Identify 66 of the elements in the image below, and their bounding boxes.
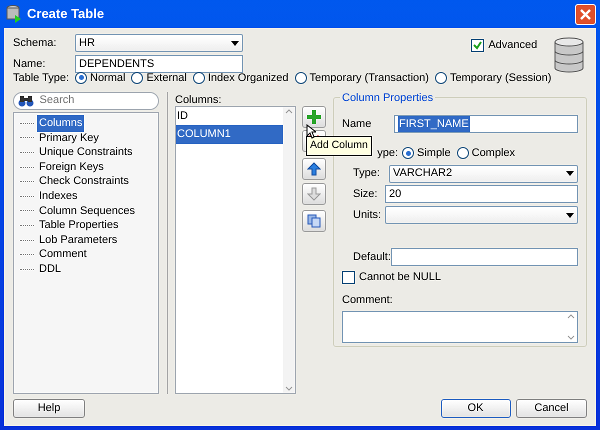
tree-item[interactable]: DDL xyxy=(37,260,64,278)
close-icon xyxy=(580,8,591,20)
scrollbar[interactable] xyxy=(565,312,577,342)
field-label: ype: xyxy=(376,146,399,161)
type-dropdown[interactable]: VARCHAR2 xyxy=(389,164,578,182)
columns-label: Columns: xyxy=(175,92,222,106)
group-title: Column Properties xyxy=(340,90,436,106)
cursor-icon xyxy=(306,124,316,139)
field-label: Table Type: xyxy=(13,70,70,86)
field-label: Size: xyxy=(353,187,378,202)
radio-button[interactable]: Temporary (Transaction) xyxy=(294,70,429,86)
copy-icon xyxy=(306,214,320,228)
field-label: Name xyxy=(342,116,372,132)
tree-item[interactable]: Lob Parameters xyxy=(37,232,120,248)
move-up-button[interactable] xyxy=(302,158,326,180)
database-icon xyxy=(6,5,22,23)
field-label: Type: xyxy=(353,166,381,182)
help-button[interactable]: Help xyxy=(13,399,85,418)
tree-item[interactable]: Unique Constraints xyxy=(37,144,135,161)
window-title: Create Table xyxy=(27,5,104,24)
cancel-button[interactable]: Cancel xyxy=(516,399,587,418)
tree-item[interactable]: Column Sequences xyxy=(37,202,138,220)
tree-item[interactable]: Table Properties xyxy=(37,217,120,234)
binoculars-icon xyxy=(18,94,34,106)
scroll-down-icon[interactable] xyxy=(285,384,293,392)
scroll-up-icon[interactable] xyxy=(285,106,293,114)
scroll-up-icon[interactable] xyxy=(567,312,575,320)
field-label: Units: xyxy=(353,208,382,223)
tooltip: Add Column xyxy=(306,136,372,156)
default-field[interactable] xyxy=(391,248,578,266)
tree-item[interactable]: Indexes xyxy=(37,188,80,205)
size-field[interactable]: 20 xyxy=(385,185,578,204)
comment-field[interactable] xyxy=(342,311,578,343)
database-icon xyxy=(554,36,584,73)
units-dropdown[interactable] xyxy=(385,206,578,224)
up-arrow-icon xyxy=(306,162,320,176)
field-label: Default: xyxy=(353,250,391,265)
name-field[interactable]: DEPENDENTS xyxy=(75,54,243,73)
radio-button[interactable]: Simple xyxy=(402,145,451,162)
list-item[interactable]: ID xyxy=(176,106,283,125)
plus-icon xyxy=(306,110,320,124)
field-label: Name: xyxy=(13,56,46,72)
schema-dropdown[interactable]: HR xyxy=(75,34,243,52)
field-label: Comment: xyxy=(342,292,394,308)
check-icon xyxy=(473,40,482,50)
advanced-checkbox[interactable]: Advanced xyxy=(471,36,538,54)
list-item[interactable]: COLUMN1 xyxy=(176,125,283,144)
ok-button[interactable]: OK xyxy=(440,399,510,418)
tree-item[interactable]: Primary Key xyxy=(37,130,101,146)
radio-button[interactable]: Complex xyxy=(456,145,516,162)
search-field[interactable]: Search xyxy=(13,92,159,110)
close-button[interactable] xyxy=(575,4,596,24)
scrollbar[interactable] xyxy=(283,106,295,392)
search-input[interactable]: Search xyxy=(40,92,140,109)
tree-item[interactable]: Foreign Keys xyxy=(37,158,106,176)
not-null-checkbox[interactable]: Cannot be NULL xyxy=(342,268,441,286)
radio-button[interactable]: Temporary (Session) xyxy=(434,70,552,86)
tree-item[interactable]: Check Constraints xyxy=(37,173,131,190)
copy-button[interactable] xyxy=(302,210,326,232)
column-name-field[interactable]: FIRST_NAME xyxy=(394,115,578,133)
down-arrow-icon xyxy=(306,186,320,200)
field-label: Schema: xyxy=(13,36,58,51)
tree-item[interactable]: Comment xyxy=(37,246,89,263)
tree-item[interactable]: Columns xyxy=(37,115,84,132)
scroll-down-icon[interactable] xyxy=(567,334,575,342)
add-button[interactable] xyxy=(302,106,326,128)
